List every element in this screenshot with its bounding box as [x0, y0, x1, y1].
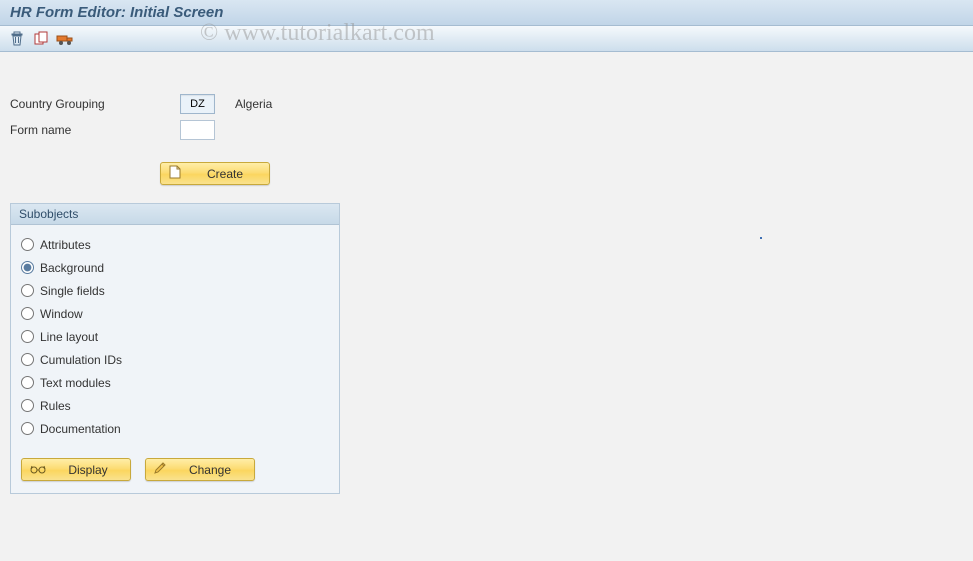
- decorative-dot: [760, 237, 762, 239]
- pencil-icon: [154, 462, 166, 477]
- title-bar: HR Form Editor: Initial Screen: [0, 0, 973, 26]
- create-button-label: Create: [189, 167, 261, 181]
- copy-icon[interactable]: [32, 30, 50, 48]
- glasses-icon: [30, 463, 46, 477]
- subobject-label: Rules: [40, 399, 71, 413]
- subobject-radio[interactable]: [21, 284, 34, 297]
- country-grouping-input[interactable]: [180, 94, 215, 114]
- subobject-label: Window: [40, 307, 83, 321]
- subobject-radio[interactable]: [21, 261, 34, 274]
- subobject-option[interactable]: Line layout: [21, 325, 329, 348]
- country-name-text: Algeria: [235, 97, 272, 111]
- subobject-radio[interactable]: [21, 353, 34, 366]
- subobject-radio[interactable]: [21, 307, 34, 320]
- row-country-grouping: Country Grouping Algeria: [10, 92, 963, 116]
- row-form-name: Form name: [10, 118, 963, 142]
- create-row: Create: [160, 162, 963, 185]
- subobject-option[interactable]: Cumulation IDs: [21, 348, 329, 371]
- subobject-label: Line layout: [40, 330, 98, 344]
- subobject-radio[interactable]: [21, 330, 34, 343]
- subobjects-radio-list: Attributes Background Single fields Window L…: [21, 233, 329, 440]
- subobject-radio[interactable]: [21, 376, 34, 389]
- content-area: Country Grouping Algeria Form name Creat…: [0, 52, 973, 504]
- subobject-label: Background: [40, 261, 104, 275]
- page-title: HR Form Editor: Initial Screen: [10, 4, 223, 21]
- subobject-radio[interactable]: [21, 238, 34, 251]
- form-name-input[interactable]: [180, 120, 215, 140]
- subobject-option[interactable]: Text modules: [21, 371, 329, 394]
- subobject-option[interactable]: Rules: [21, 394, 329, 417]
- create-button[interactable]: Create: [160, 162, 270, 185]
- subobject-radio[interactable]: [21, 422, 34, 435]
- subobjects-title: Subobjects: [11, 204, 339, 225]
- country-grouping-label: Country Grouping: [10, 97, 180, 111]
- delete-icon[interactable]: [8, 30, 26, 48]
- subobject-option[interactable]: Attributes: [21, 233, 329, 256]
- document-icon: [169, 165, 181, 182]
- subobject-label: Documentation: [40, 422, 121, 436]
- form-name-label: Form name: [10, 123, 180, 137]
- subobject-label: Text modules: [40, 376, 111, 390]
- transport-icon[interactable]: [56, 30, 74, 48]
- subobjects-group: Subobjects Attributes Background Single fi…: [10, 203, 340, 494]
- subobject-option[interactable]: Documentation: [21, 417, 329, 440]
- subobject-option[interactable]: Window: [21, 302, 329, 325]
- display-button-label: Display: [54, 463, 122, 477]
- subobjects-body: Attributes Background Single fields Window L…: [11, 225, 339, 493]
- subobject-radio[interactable]: [21, 399, 34, 412]
- subobject-option[interactable]: Single fields: [21, 279, 329, 302]
- toolbar: [0, 26, 973, 52]
- change-button[interactable]: Change: [145, 458, 255, 481]
- subobject-label: Attributes: [40, 238, 91, 252]
- subobject-option[interactable]: Background: [21, 256, 329, 279]
- subobject-label: Single fields: [40, 284, 105, 298]
- subobjects-button-row: Display Change: [21, 458, 329, 481]
- subobject-label: Cumulation IDs: [40, 353, 122, 367]
- display-button[interactable]: Display: [21, 458, 131, 481]
- change-button-label: Change: [174, 463, 246, 477]
